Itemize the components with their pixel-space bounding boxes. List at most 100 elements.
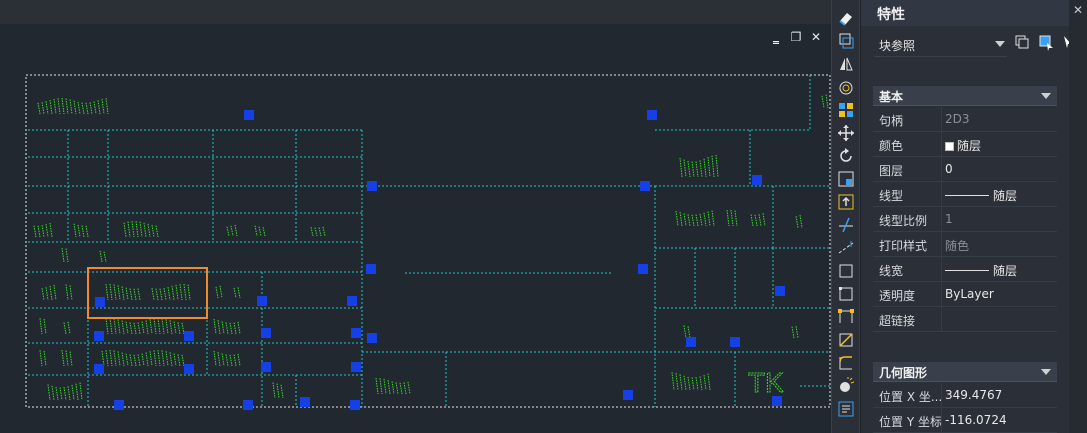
drawing-svg[interactable]: TK (0, 0, 831, 433)
move-icon[interactable] (837, 124, 855, 142)
grip-handle (243, 400, 253, 410)
basic-property-value[interactable]: 随色 (945, 237, 969, 254)
basic-property-value[interactable]: ByLayer (945, 287, 994, 301)
mirror-icon[interactable] (837, 55, 855, 73)
basic-property-value[interactable]: 1 (945, 212, 953, 226)
offset-icon[interactable] (837, 78, 855, 96)
row-divider (941, 207, 942, 231)
geometry-property-value[interactable]: -116.0724 (945, 413, 1007, 427)
row-divider (941, 182, 942, 206)
properties-icon[interactable] (837, 400, 855, 418)
basic-property-row[interactable]: 图层 0 (873, 157, 1057, 182)
chamfer-icon[interactable] (837, 331, 855, 349)
array-icon[interactable] (837, 101, 855, 119)
basic-property-value[interactable]: 2D3 (945, 112, 970, 126)
row-divider (941, 257, 942, 281)
cad-text-glyphs (213, 318, 241, 335)
cad-text-glyphs (105, 317, 185, 335)
row-divider (941, 232, 942, 256)
cad-text-glyphs (795, 215, 803, 229)
modify-toolbar (831, 0, 860, 433)
basic-property-value[interactable]: 随层 (945, 262, 1017, 279)
basic-property-key: 线宽 (879, 264, 904, 278)
chevron-down-icon (1041, 93, 1051, 99)
grip-handle (347, 296, 357, 306)
cad-text-glyphs (61, 349, 73, 367)
basic-property-value-text: 随层 (993, 189, 1018, 203)
grip-handle (94, 364, 104, 374)
grip-handle (244, 110, 254, 120)
object-type-select[interactable]: 块参照 (875, 33, 1007, 57)
grip-handle (623, 390, 633, 400)
basic-property-row[interactable]: 线型 随层 (873, 182, 1057, 207)
basic-property-row[interactable]: 线宽 随层 (873, 257, 1057, 282)
cad-text-glyphs (73, 223, 89, 238)
cad-text-glyphs (105, 283, 141, 301)
geometry-property-key: 位置 Y 坐标 (879, 415, 942, 429)
break-icon[interactable] (837, 262, 855, 280)
basic-property-row[interactable]: 透明度 ByLayer (873, 282, 1057, 307)
copy-icon[interactable] (837, 32, 855, 50)
trim-icon[interactable] (837, 216, 855, 234)
section-basic[interactable]: 基本 (873, 86, 1057, 106)
grip-handle (95, 297, 105, 307)
geometry-property-row[interactable]: 位置 X 坐... 349.4767 (873, 383, 1057, 408)
rotate-icon[interactable] (837, 147, 855, 165)
basic-property-row[interactable]: 句柄 2D3 (873, 107, 1057, 132)
row-divider (941, 132, 942, 156)
toggle-pickadd-icon[interactable] (1013, 33, 1031, 51)
cad-text-glyphs (99, 250, 107, 263)
cad-text-glyphs (679, 154, 719, 178)
cad-text-glyphs (675, 210, 715, 227)
basic-property-row[interactable]: 线型比例 1 (873, 207, 1057, 232)
basic-property-value[interactable]: 随层 (945, 137, 981, 154)
grip-handle (257, 296, 267, 306)
basic-property-row[interactable]: 打印样式 随色 (873, 232, 1057, 257)
geometry-property-value[interactable]: 349.4767 (945, 388, 1002, 402)
scale-icon[interactable] (837, 170, 855, 188)
row-divider (941, 383, 942, 407)
grip-handle (730, 337, 740, 347)
select-objects-icon[interactable] (1037, 33, 1055, 51)
basic-property-key: 颜色 (879, 139, 904, 153)
grip-handle (351, 362, 361, 372)
row-divider (941, 157, 942, 181)
explode-icon[interactable] (837, 377, 855, 395)
cad-text-glyphs (151, 284, 191, 301)
grip-handle (300, 397, 310, 407)
cad-text-glyphs (63, 321, 71, 335)
section-basic-label: 基本 (879, 90, 904, 104)
basic-property-value[interactable]: 随层 (945, 187, 1017, 204)
cad-text-glyphs (683, 325, 691, 339)
fillet-icon[interactable] (837, 354, 855, 372)
basic-property-row[interactable]: 颜色 随层 (873, 132, 1057, 157)
stretch-icon[interactable] (837, 193, 855, 211)
break-at-point-icon[interactable] (837, 285, 855, 303)
drawing-canvas[interactable]: ‗ ❐ ✕ TK (0, 0, 831, 433)
cad-text-glyphs (37, 97, 109, 115)
cad-text-glyphs (272, 382, 284, 399)
eraser-icon[interactable] (837, 9, 855, 27)
grip-handle (367, 333, 377, 343)
cad-text-glyphs (671, 372, 711, 391)
basic-property-key: 透明度 (879, 289, 916, 303)
basic-property-row[interactable]: 超链接 (873, 307, 1057, 332)
grip-handle (184, 364, 194, 374)
cad-text-glyphs (33, 222, 53, 238)
cad-text-glyphs (65, 284, 73, 301)
cad-text-glyphs (375, 377, 411, 395)
cad-text-glyphs (123, 221, 159, 238)
color-swatch (945, 142, 954, 151)
close-panel-icon[interactable]: ✕ (1072, 4, 1084, 16)
cad-text-glyphs (233, 287, 241, 299)
grip-handle (367, 181, 377, 191)
join-icon[interactable] (837, 308, 855, 326)
geometry-property-row[interactable]: 位置 Y 坐标 -116.0724 (873, 408, 1057, 433)
geometry-property-key: 位置 X 坐... (879, 390, 943, 404)
extend-icon[interactable] (837, 239, 855, 257)
grip-handle (775, 286, 785, 296)
cad-text-glyphs (39, 318, 47, 335)
section-geometry[interactable]: 几何图形 (873, 362, 1057, 382)
grip-handle (638, 264, 648, 274)
basic-property-value[interactable]: 0 (945, 162, 953, 176)
